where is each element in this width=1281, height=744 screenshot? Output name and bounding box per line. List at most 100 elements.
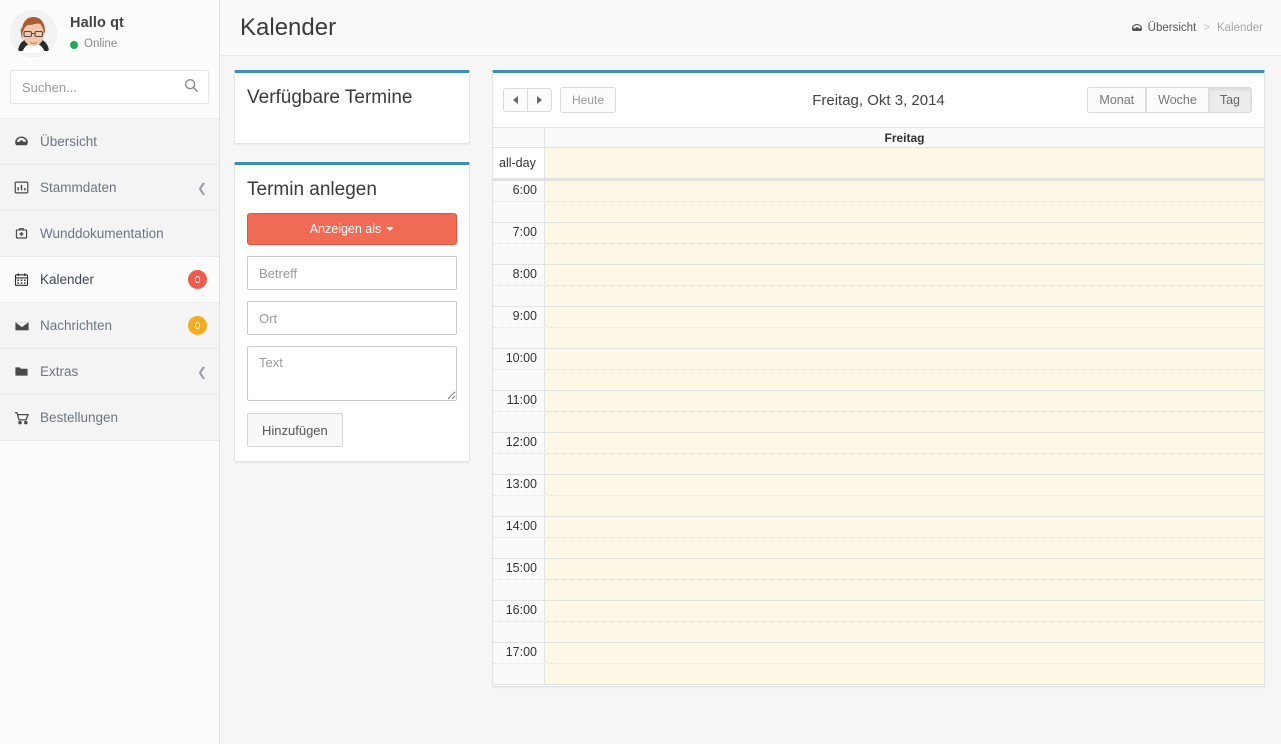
calendar-slot-cell[interactable] xyxy=(545,202,1264,222)
calendar-half-hour-label xyxy=(493,538,545,558)
sidebar-item-nachrichten[interactable]: Nachrichten 0 xyxy=(0,303,219,349)
sidebar-item-bestellungen[interactable]: Bestellungen xyxy=(0,395,219,441)
envelope-icon xyxy=(14,318,36,334)
calendar-half-hour-label xyxy=(493,412,545,432)
calendar-slot-cell[interactable] xyxy=(545,580,1264,600)
avatar[interactable] xyxy=(10,9,57,57)
sidebar-item-label: Wunddokumentation xyxy=(40,226,164,241)
breadcrumb-separator: > xyxy=(1203,21,1210,34)
calendar-slot-cell[interactable] xyxy=(545,265,1264,285)
calendar-hour-label: 6:00 xyxy=(493,181,545,201)
view-switch-group: Monat Woche Tag xyxy=(1087,87,1252,113)
add-button[interactable]: Hinzufügen xyxy=(247,413,343,447)
text-textarea[interactable] xyxy=(247,346,457,401)
sidebar-item-stammdaten[interactable]: Stammdaten ❮ xyxy=(0,165,219,211)
calendar-hour-row: 17:00 xyxy=(493,642,1264,663)
calendar-half-hour-row xyxy=(493,285,1264,306)
sidebar-link-wunddokumentation[interactable]: Wunddokumentation xyxy=(0,211,219,256)
sidebar-item-extras[interactable]: Extras ❮ xyxy=(0,349,219,395)
calendar-hour-label: 17:00 xyxy=(493,643,545,663)
view-button-woche[interactable]: Woche xyxy=(1146,87,1209,113)
next-button[interactable] xyxy=(527,88,552,112)
calendar-slot-cell[interactable] xyxy=(545,286,1264,306)
calendar-half-hour-row xyxy=(493,327,1264,348)
available-appointments-panel: Verfügbare Termine xyxy=(234,70,470,144)
calendar-slot-cell[interactable] xyxy=(545,433,1264,453)
sidebar-link-kalender[interactable]: Kalender 0 xyxy=(0,257,219,302)
sidebar-item-label: Stammdaten xyxy=(40,180,117,195)
calendar-slot-cell[interactable] xyxy=(545,307,1264,327)
search-input[interactable] xyxy=(11,71,208,103)
sidebar-link-uebersicht[interactable]: Übersicht xyxy=(0,119,219,164)
sidebar-item-label: Bestellungen xyxy=(40,410,119,425)
calendar-slot-cell[interactable] xyxy=(545,601,1264,621)
calendar-allday-cell[interactable] xyxy=(545,148,1264,178)
calendar-half-hour-row xyxy=(493,243,1264,264)
calendar-half-hour-label xyxy=(493,244,545,264)
calendar-half-hour-label xyxy=(493,496,545,516)
sidebar-item-label: Kalender xyxy=(40,272,95,287)
triangle-right-icon xyxy=(537,96,542,104)
breadcrumb-home[interactable]: Übersicht xyxy=(1148,22,1197,34)
calendar-slot-cell[interactable] xyxy=(545,538,1264,558)
prev-button[interactable] xyxy=(503,88,528,112)
search-icon[interactable] xyxy=(182,78,200,96)
user-status: Online xyxy=(70,37,124,51)
calendar-slot-cell[interactable] xyxy=(545,349,1264,369)
calendar-slot-cell[interactable] xyxy=(545,622,1264,642)
calendar-hour-row: 10:00 xyxy=(493,348,1264,369)
calendar-slot-cell[interactable] xyxy=(545,454,1264,474)
sidebar-item-kalender[interactable]: Kalender 0 xyxy=(0,257,219,303)
calendar-time-grid: 6:00 7:00 8:00 9:00 10:00 11:00 12:00 13:00 14:0… xyxy=(493,180,1264,684)
calendar-slot-cell[interactable] xyxy=(545,181,1264,201)
calendar-slot-cell[interactable] xyxy=(545,643,1264,663)
create-appointment-title: Termin anlegen xyxy=(247,179,377,200)
breadcrumb-current: Kalender xyxy=(1216,21,1263,34)
dashboard-icon xyxy=(14,134,36,149)
sidebar-link-stammdaten[interactable]: Stammdaten ❮ xyxy=(0,165,219,210)
search-box xyxy=(10,70,209,104)
sidebar-link-extras[interactable]: Extras ❮ xyxy=(0,349,219,394)
display-as-dropdown-button[interactable]: Anzeigen als xyxy=(247,213,457,245)
calendar-slot-cell[interactable] xyxy=(545,517,1264,537)
calendar-gutter-header xyxy=(493,128,545,147)
calendar-slot-cell[interactable] xyxy=(545,412,1264,432)
calendar-slot-cell[interactable] xyxy=(545,223,1264,243)
create-appointment-body: Anzeigen als Hinzufügen xyxy=(235,213,469,461)
right-column: Heute Freitag, Okt 3, 2014 Monat Woche T… xyxy=(492,70,1265,687)
calendar-slot-cell[interactable] xyxy=(545,328,1264,348)
location-input[interactable] xyxy=(247,301,457,335)
subject-input[interactable] xyxy=(247,256,457,290)
calendar-slot-cell[interactable] xyxy=(545,475,1264,495)
view-button-monat[interactable]: Monat xyxy=(1087,87,1147,113)
calendar-slot-cell[interactable] xyxy=(545,664,1264,684)
calendar-slot-cell[interactable] xyxy=(545,391,1264,411)
sidebar-item-uebersicht[interactable]: Übersicht xyxy=(0,119,219,165)
calendar-half-hour-label xyxy=(493,202,545,222)
sidebar-link-bestellungen[interactable]: Bestellungen xyxy=(0,395,219,440)
calendar-hour-row: 8:00 xyxy=(493,264,1264,285)
sidebar-link-nachrichten[interactable]: Nachrichten 0 xyxy=(0,303,219,348)
calendar-half-hour-row xyxy=(493,621,1264,642)
avatar-image xyxy=(11,10,56,56)
user-meta: Hallo qt Online xyxy=(70,14,124,52)
view-button-tag[interactable]: Tag xyxy=(1207,87,1252,113)
sidebar-item-wunddokumentation[interactable]: Wunddokumentation xyxy=(0,211,219,257)
folder-icon xyxy=(14,364,36,379)
calendar-slot-cell[interactable] xyxy=(545,370,1264,390)
prev-next-button-group xyxy=(503,88,552,112)
calendar-slot-cell[interactable] xyxy=(545,244,1264,264)
calendar-half-hour-label xyxy=(493,286,545,306)
calendar-hour-label: 13:00 xyxy=(493,475,545,495)
calendar-slot-cell[interactable] xyxy=(545,496,1264,516)
calendar-half-hour-row xyxy=(493,537,1264,558)
available-appointments-title: Verfügbare Termine xyxy=(247,87,413,108)
calendar-hour-label: 9:00 xyxy=(493,307,545,327)
sidebar-nav: Übersicht Stammdaten ❮ Wunddokumentation… xyxy=(0,118,219,441)
calendar-half-hour-label xyxy=(493,370,545,390)
topbar: Kalender Übersicht > Kalender xyxy=(220,0,1281,56)
today-button[interactable]: Heute xyxy=(560,87,617,113)
calendar-hour-label: 10:00 xyxy=(493,349,545,369)
calendar-slot-cell[interactable] xyxy=(545,559,1264,579)
medical-kit-icon xyxy=(14,226,36,241)
